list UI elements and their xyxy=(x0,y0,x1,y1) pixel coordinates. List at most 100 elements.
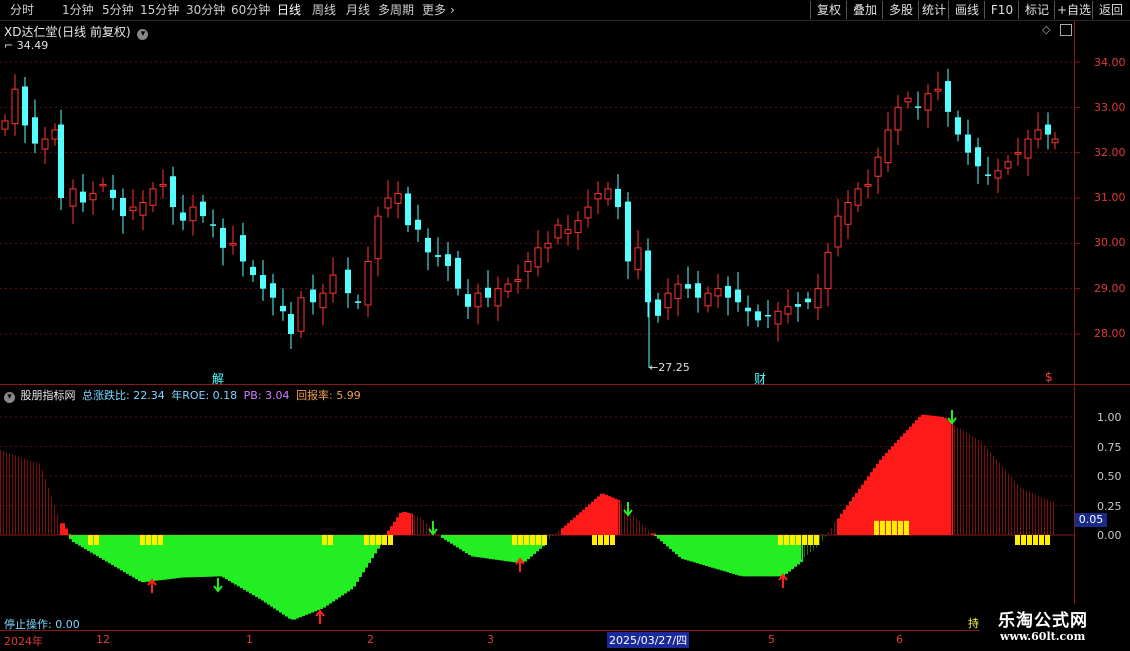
marker-dividend[interactable]: $ xyxy=(1045,370,1053,384)
candlestick-series xyxy=(2,69,1058,368)
indicator-bar-positive xyxy=(957,427,958,535)
buy-arrow-icon xyxy=(779,575,787,588)
price-tick: 28.00 xyxy=(1094,327,1126,340)
indicator-bar-positive xyxy=(1038,496,1039,535)
indicator-bar-yellow xyxy=(322,535,327,545)
candle-body-up xyxy=(150,189,156,205)
candle-body-up xyxy=(190,207,196,221)
indicator-bar-yellow xyxy=(610,535,615,545)
marker-unlock[interactable]: 解 xyxy=(212,370,224,387)
indicator-bar-yellow xyxy=(796,535,801,545)
indicator-bar-positive xyxy=(51,497,52,535)
indicator-bar-yellow xyxy=(388,535,393,545)
indicator-bar-positive xyxy=(42,470,43,535)
indicator-bar-positive xyxy=(1005,470,1006,535)
chevron-down-icon[interactable]: ▾ xyxy=(4,392,15,403)
indicator-bar-positive xyxy=(1047,500,1048,535)
buy-arrow-icon xyxy=(516,559,524,572)
candle-body-down xyxy=(955,117,961,134)
indicator-bar-yellow xyxy=(778,535,783,545)
indicator-bar-positive xyxy=(1023,489,1024,535)
indicator-bar-yellow xyxy=(874,521,879,535)
indicator-bar-positive xyxy=(1053,502,1054,535)
indicator-bar-positive xyxy=(999,463,1000,535)
candle-body-down xyxy=(180,212,186,220)
marker-finance[interactable]: 财 xyxy=(754,370,766,387)
sell-arrow-icon xyxy=(214,578,222,591)
indicator-bar-negative xyxy=(825,535,826,537)
candle-body-down xyxy=(425,238,431,253)
indicator-bar-positive xyxy=(420,517,421,535)
indicator-bar-yellow xyxy=(1021,535,1026,545)
candle-body-up xyxy=(525,261,531,271)
candle-body-up xyxy=(90,193,96,199)
time-axis[interactable]: 2024年 12 1 2 3 2025/03/27/四 5 6 xyxy=(0,630,1074,651)
candle-body-up xyxy=(515,280,521,282)
candle-body-up xyxy=(785,307,791,314)
candle-body-down xyxy=(985,174,991,176)
indicator-bar-positive xyxy=(630,512,631,535)
indicator-bar-positive xyxy=(636,518,637,535)
candle-body-up xyxy=(845,203,851,225)
indicator-bar-positive xyxy=(0,450,1,535)
indicator-bar-positive xyxy=(6,452,7,535)
indicator-bar-positive xyxy=(948,422,953,535)
chevron-down-icon[interactable]: ▾ xyxy=(137,29,148,40)
candle-body-down xyxy=(805,299,811,303)
indicator-bar-positive xyxy=(618,501,619,535)
buy-arrow-icon xyxy=(316,611,324,624)
indicator-bar-positive xyxy=(1029,492,1030,535)
candle-body-up xyxy=(140,203,146,216)
indicator-total-label: 总涨跌比: xyxy=(82,389,133,402)
candle-body-up xyxy=(495,289,501,306)
chart-canvas[interactable] xyxy=(0,0,1130,650)
candle-body-up xyxy=(130,207,136,211)
arrow-left-icon: ← xyxy=(649,361,658,374)
candle-body-up xyxy=(935,89,941,91)
indicator-bar-positive xyxy=(1026,490,1027,535)
candle-body-up xyxy=(665,293,671,308)
indicator-bar-yellow xyxy=(328,535,333,545)
indicator-bar-positive xyxy=(555,533,556,535)
candle-body-up xyxy=(565,230,571,234)
indicator-bar-yellow xyxy=(146,535,151,545)
pane-divider[interactable] xyxy=(0,384,1130,385)
indicator-bar-positive xyxy=(1002,467,1003,535)
candle-body-up xyxy=(885,130,891,163)
indicator-bar-negative xyxy=(807,535,808,555)
indicator-tick: 0.25 xyxy=(1097,500,1122,513)
candle-body-up xyxy=(70,189,76,206)
panel-toggle-icon[interactable] xyxy=(1060,24,1072,36)
candle-body-down xyxy=(200,202,206,217)
indicator-bar-yellow xyxy=(904,521,909,535)
diamond-icon[interactable]: ◇ xyxy=(1042,23,1050,36)
candle-body-down xyxy=(288,314,294,334)
candle-body-down xyxy=(110,190,116,198)
low-price-label: ←27.25 xyxy=(649,361,690,374)
candle-body-down xyxy=(915,106,921,108)
sell-arrow-icon xyxy=(624,502,632,515)
candle-body-down xyxy=(345,270,351,294)
indicator-bar-negative xyxy=(552,535,553,536)
indicator-bar-positive xyxy=(9,453,10,535)
indicator-bar-positive xyxy=(39,464,40,535)
candle-body-down xyxy=(280,306,286,311)
indicator-bar-positive xyxy=(558,531,559,535)
candle-body-up xyxy=(1025,139,1031,158)
indicator-total-value: 22.34 xyxy=(133,389,165,402)
watermark: 乐淘公式网 www.60lt.com xyxy=(980,604,1130,650)
candle-body-down xyxy=(240,235,246,261)
indicator-bar-positive xyxy=(21,457,22,535)
indicator-bar-positive xyxy=(408,514,413,535)
candle-body-up xyxy=(705,293,711,306)
candle-body-up xyxy=(100,184,106,186)
indicator-bar-positive xyxy=(24,459,25,535)
indicator-bar-negative xyxy=(549,535,550,539)
candle-body-down xyxy=(445,254,451,266)
candle-body-down xyxy=(965,135,971,153)
candle-body-down xyxy=(22,86,28,125)
candle-body-down xyxy=(210,224,216,226)
indicator-bar-positive xyxy=(966,432,967,535)
candle-body-down xyxy=(745,308,751,312)
indicator-bar-positive xyxy=(987,449,988,535)
